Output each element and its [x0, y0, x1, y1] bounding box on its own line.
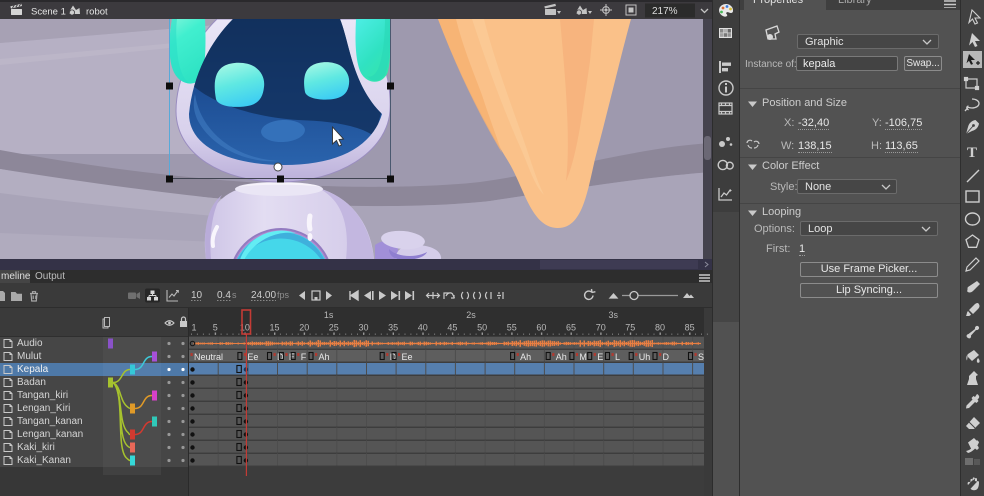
svg-text:fps: fps — [277, 290, 290, 300]
svg-text:15: 15 — [269, 323, 279, 333]
svg-text:217%: 217% — [652, 6, 678, 17]
svg-text:50: 50 — [477, 323, 487, 333]
svg-text:E: E — [597, 352, 603, 362]
svg-text:Scene 1: Scene 1 — [31, 7, 66, 18]
svg-text:E: E — [289, 352, 295, 362]
svg-text:1s: 1s — [324, 310, 334, 320]
svg-text:S: S — [698, 352, 704, 362]
svg-text:1: 1 — [192, 323, 197, 333]
svg-text:Ah: Ah — [520, 352, 531, 362]
svg-text:0.4: 0.4 — [217, 290, 231, 301]
svg-text:robot: robot — [86, 7, 108, 18]
svg-text:70: 70 — [596, 323, 606, 333]
svg-text:10: 10 — [191, 290, 203, 301]
svg-text:T: T — [967, 145, 977, 161]
svg-text:35: 35 — [388, 323, 398, 333]
svg-text:Uh: Uh — [639, 352, 651, 362]
svg-text:Ah: Ah — [319, 352, 330, 362]
svg-text:M: M — [579, 352, 587, 362]
svg-text:60: 60 — [536, 323, 546, 333]
svg-text:L: L — [615, 352, 620, 362]
svg-text:80: 80 — [655, 323, 665, 333]
svg-text:85: 85 — [685, 323, 695, 333]
svg-text:25: 25 — [329, 323, 339, 333]
svg-text:D: D — [663, 352, 670, 362]
svg-text:30: 30 — [358, 323, 368, 333]
svg-text:45: 45 — [447, 323, 457, 333]
svg-text:F: F — [301, 352, 307, 362]
svg-text:75: 75 — [625, 323, 635, 333]
svg-text:40: 40 — [418, 323, 428, 333]
svg-text:3s: 3s — [609, 310, 619, 320]
svg-text:s: s — [232, 290, 237, 300]
svg-text:Ee: Ee — [247, 352, 258, 362]
svg-text:20: 20 — [299, 323, 309, 333]
svg-text:24.00: 24.00 — [251, 290, 276, 301]
svg-text:Ah: Ah — [556, 352, 567, 362]
svg-text:Ee: Ee — [402, 352, 413, 362]
svg-text:65: 65 — [566, 323, 576, 333]
svg-text:5: 5 — [213, 323, 218, 333]
svg-text:Neutral: Neutral — [194, 352, 223, 362]
svg-text:55: 55 — [507, 323, 517, 333]
svg-text:2s: 2s — [466, 310, 476, 320]
